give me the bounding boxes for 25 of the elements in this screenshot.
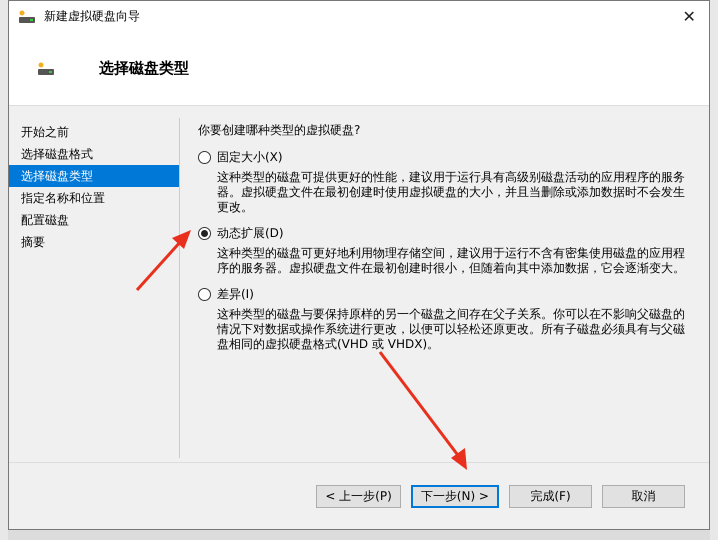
wizard-step[interactable]: 选择磁盘类型 (9, 165, 179, 187)
wizard-step[interactable]: 配置磁盘 (9, 209, 179, 231)
page-heading: 选择磁盘类型 (99, 59, 189, 78)
wizard-step[interactable]: 开始之前 (9, 121, 179, 143)
arrow-annotation (136, 230, 191, 291)
radio-button[interactable] (198, 288, 211, 300)
disk-icon (37, 62, 55, 76)
option-label[interactable]: 动态扩展(D) (217, 224, 284, 242)
option-description: 这种类型的磁盘与要保持原样的另一个磁盘之间存在父子关系。你可以在不影响父磁盘的情况下对数据或操作系统进行更改，以便可以轻松还原更改。所有子磁盘必须具有与父磁盘相同的虚拟硬盘格式(VHD 或 VHDX)。 (216, 307, 686, 352)
option-label[interactable]: 固定大小(X) (217, 148, 283, 166)
wizard-step[interactable]: 指定名称和位置 (9, 187, 179, 209)
option-description: 这种类型的磁盘可更好地利用物理存储空间，建议用于运行不含有密集使用磁盘的应用程序的服务器。虚拟硬盘文件在最初创建时很小，但随着向其中添加数据，它会逐渐变大。 (216, 246, 686, 276)
radio-button[interactable] (198, 150, 211, 164)
wizard-step[interactable]: 选择磁盘格式 (9, 143, 179, 165)
option-label[interactable]: 差异(I) (217, 286, 254, 302)
wizard-button[interactable]: 取消 (602, 484, 685, 508)
window-title: 新建虚拟硬盘向导 (44, 8, 141, 25)
option-description: 这种类型的磁盘可提供更好的性能，建议用于运行具有高级别磁盘活动的应用程序的服务器。虚拟硬盘文件在最初创建时使用虚拟硬盘的大小，并且当删除或添加数据时不会发生更改。 (216, 170, 686, 215)
disk-icon (18, 10, 36, 24)
wizard-button[interactable]: 完成(F) (509, 484, 592, 508)
question-text: 你要创建哪种类型的虚拟硬盘? (198, 122, 362, 139)
wizard-button[interactable]: 下一步(N) > (410, 484, 499, 508)
radio-button[interactable] (198, 226, 211, 240)
wizard-button[interactable]: < 上一步(P) (316, 484, 401, 508)
wizard-step[interactable]: 摘要 (9, 231, 179, 253)
